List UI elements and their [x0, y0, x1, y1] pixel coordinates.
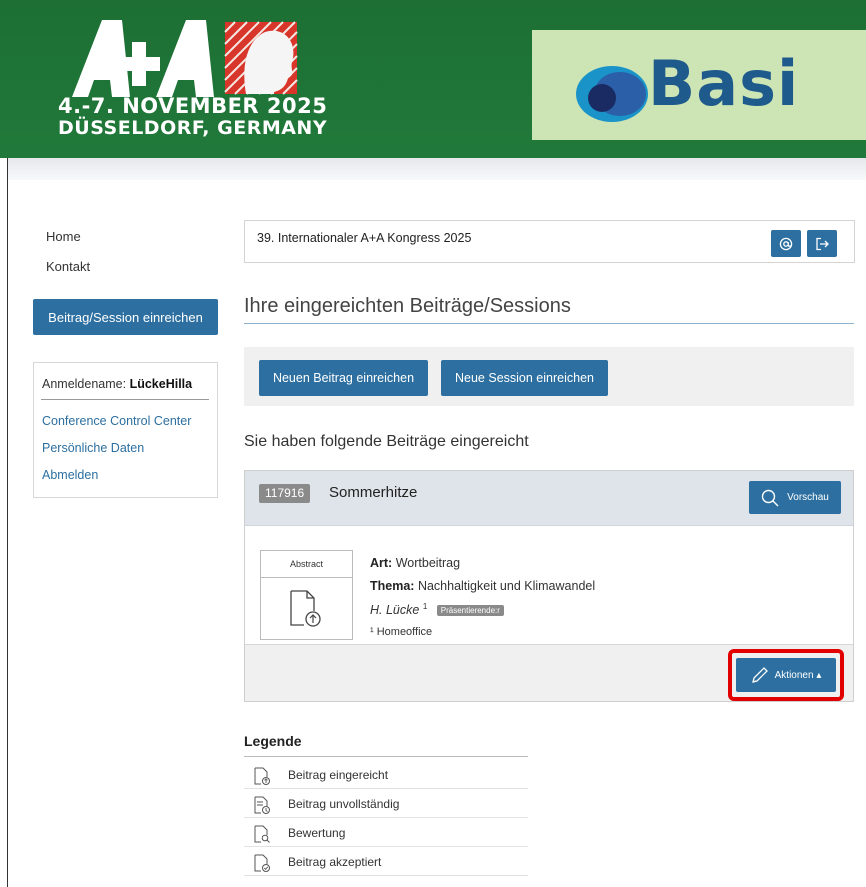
legend-title: Legende [244, 733, 302, 749]
at-icon [779, 237, 793, 250]
legend-divider [244, 756, 528, 757]
preview-button[interactable]: Vorschau [749, 481, 841, 514]
login-username: LückeHilla [129, 377, 193, 391]
login-info: Anmeldename: LückeHilla [42, 377, 192, 391]
document-upload-icon [290, 590, 321, 627]
submission-type-value: Wortbeitrag [395, 556, 461, 570]
basi-logo-icon [576, 66, 648, 122]
document-submitted-icon [254, 767, 270, 785]
author-name: H. Lücke [370, 603, 420, 618]
account-button[interactable] [771, 230, 801, 257]
conference-control-center-link[interactable]: Conference Control Center [42, 414, 191, 428]
event-location-line: DÜSSELDORF, GERMANY [58, 117, 328, 139]
logout-link[interactable]: Abmelden [42, 468, 98, 482]
header-subbar [8, 158, 866, 180]
legend-label: Beitrag unvollständig [288, 797, 400, 811]
legend-item: Beitrag unvollständig [244, 790, 528, 818]
event-dates: 4.-7. NOVEMBER 2025 DÜSSELDORF, GERMANY [58, 95, 327, 139]
search-icon [761, 489, 779, 506]
submission-card-footer: Aktionen ▴ [245, 644, 853, 701]
new-session-button[interactable]: Neue Session einreichen [441, 360, 608, 396]
submission-card-header: 117916 Sommerhitze Vorschau [245, 471, 853, 526]
submission-id-badge: 117916 [259, 484, 311, 503]
aa-logo [72, 20, 298, 97]
new-submission-button[interactable]: Neuen Beitrag einreichen [259, 360, 428, 396]
congress-header: 39. Internationaler A+A Kongress 2025 [244, 220, 855, 263]
legend-item: Beitrag eingereicht [244, 761, 528, 789]
page-left-border [7, 158, 8, 887]
abstract-label: Abstract [261, 551, 352, 578]
page-title: Ihre eingereichten Beiträge/Sessions [244, 295, 571, 317]
sponsor-name: Basi [648, 47, 800, 120]
preview-button-label: Vorschau [787, 492, 829, 503]
document-review-icon [254, 825, 270, 843]
user-panel-divider [41, 399, 209, 400]
user-panel: Anmeldename: LückeHilla Conference Contr… [33, 362, 218, 498]
legend-label: Beitrag eingereicht [288, 768, 389, 782]
submission-author: H. Lücke 1 Präsentierende:r [370, 602, 504, 617]
page-title-underline [244, 323, 854, 324]
header-banner: 4.-7. NOVEMBER 2025 DÜSSELDORF, GERMANY … [0, 0, 866, 158]
submission-type: Art: Wortbeitrag [370, 556, 460, 570]
author-affiliation: ¹ Homeoffice [370, 626, 433, 638]
event-date-line: 4.-7. NOVEMBER 2025 [58, 94, 328, 118]
presenter-badge: Präsentierende:r [436, 605, 504, 617]
legend-label: Bewertung [288, 826, 346, 840]
abstract-status[interactable]: Abstract [260, 550, 353, 640]
logout-button[interactable] [807, 230, 837, 257]
legend-label: Beitrag akzeptiert [288, 855, 382, 869]
submit-contribution-button[interactable]: Beitrag/Session einreichen [33, 299, 218, 335]
sign-out-icon [815, 237, 829, 250]
highlight-box [728, 649, 844, 701]
congress-title: 39. Internationaler A+A Kongress 2025 [257, 231, 472, 245]
author-affiliation-index: 1 [422, 602, 428, 611]
login-label: Anmeldename: [42, 377, 127, 391]
submission-title: Sommerhitze [329, 484, 418, 501]
action-panel: Neuen Beitrag einreichen Neue Session ei… [244, 347, 854, 406]
submission-topic: Thema: Nachhaltigkeit und Klimawandel [370, 579, 595, 593]
submissions-heading: Sie haben folgende Beiträge eingereicht [244, 433, 529, 450]
submission-card: 117916 Sommerhitze Vorschau Abstract Art… [244, 470, 854, 702]
document-incomplete-icon [254, 796, 270, 814]
submission-type-label: Art: [370, 556, 393, 570]
submission-topic-label: Thema: [370, 579, 415, 593]
personal-data-link[interactable]: Persönliche Daten [42, 441, 144, 455]
nav-home-link[interactable]: Home [46, 229, 81, 244]
document-accepted-icon [254, 854, 270, 872]
submission-topic-value: Nachhaltigkeit und Klimawandel [417, 579, 596, 593]
nav-contact-link[interactable]: Kontakt [46, 259, 90, 274]
legend-item: Beitrag akzeptiert [244, 848, 528, 876]
legend-item: Bewertung [244, 819, 528, 847]
